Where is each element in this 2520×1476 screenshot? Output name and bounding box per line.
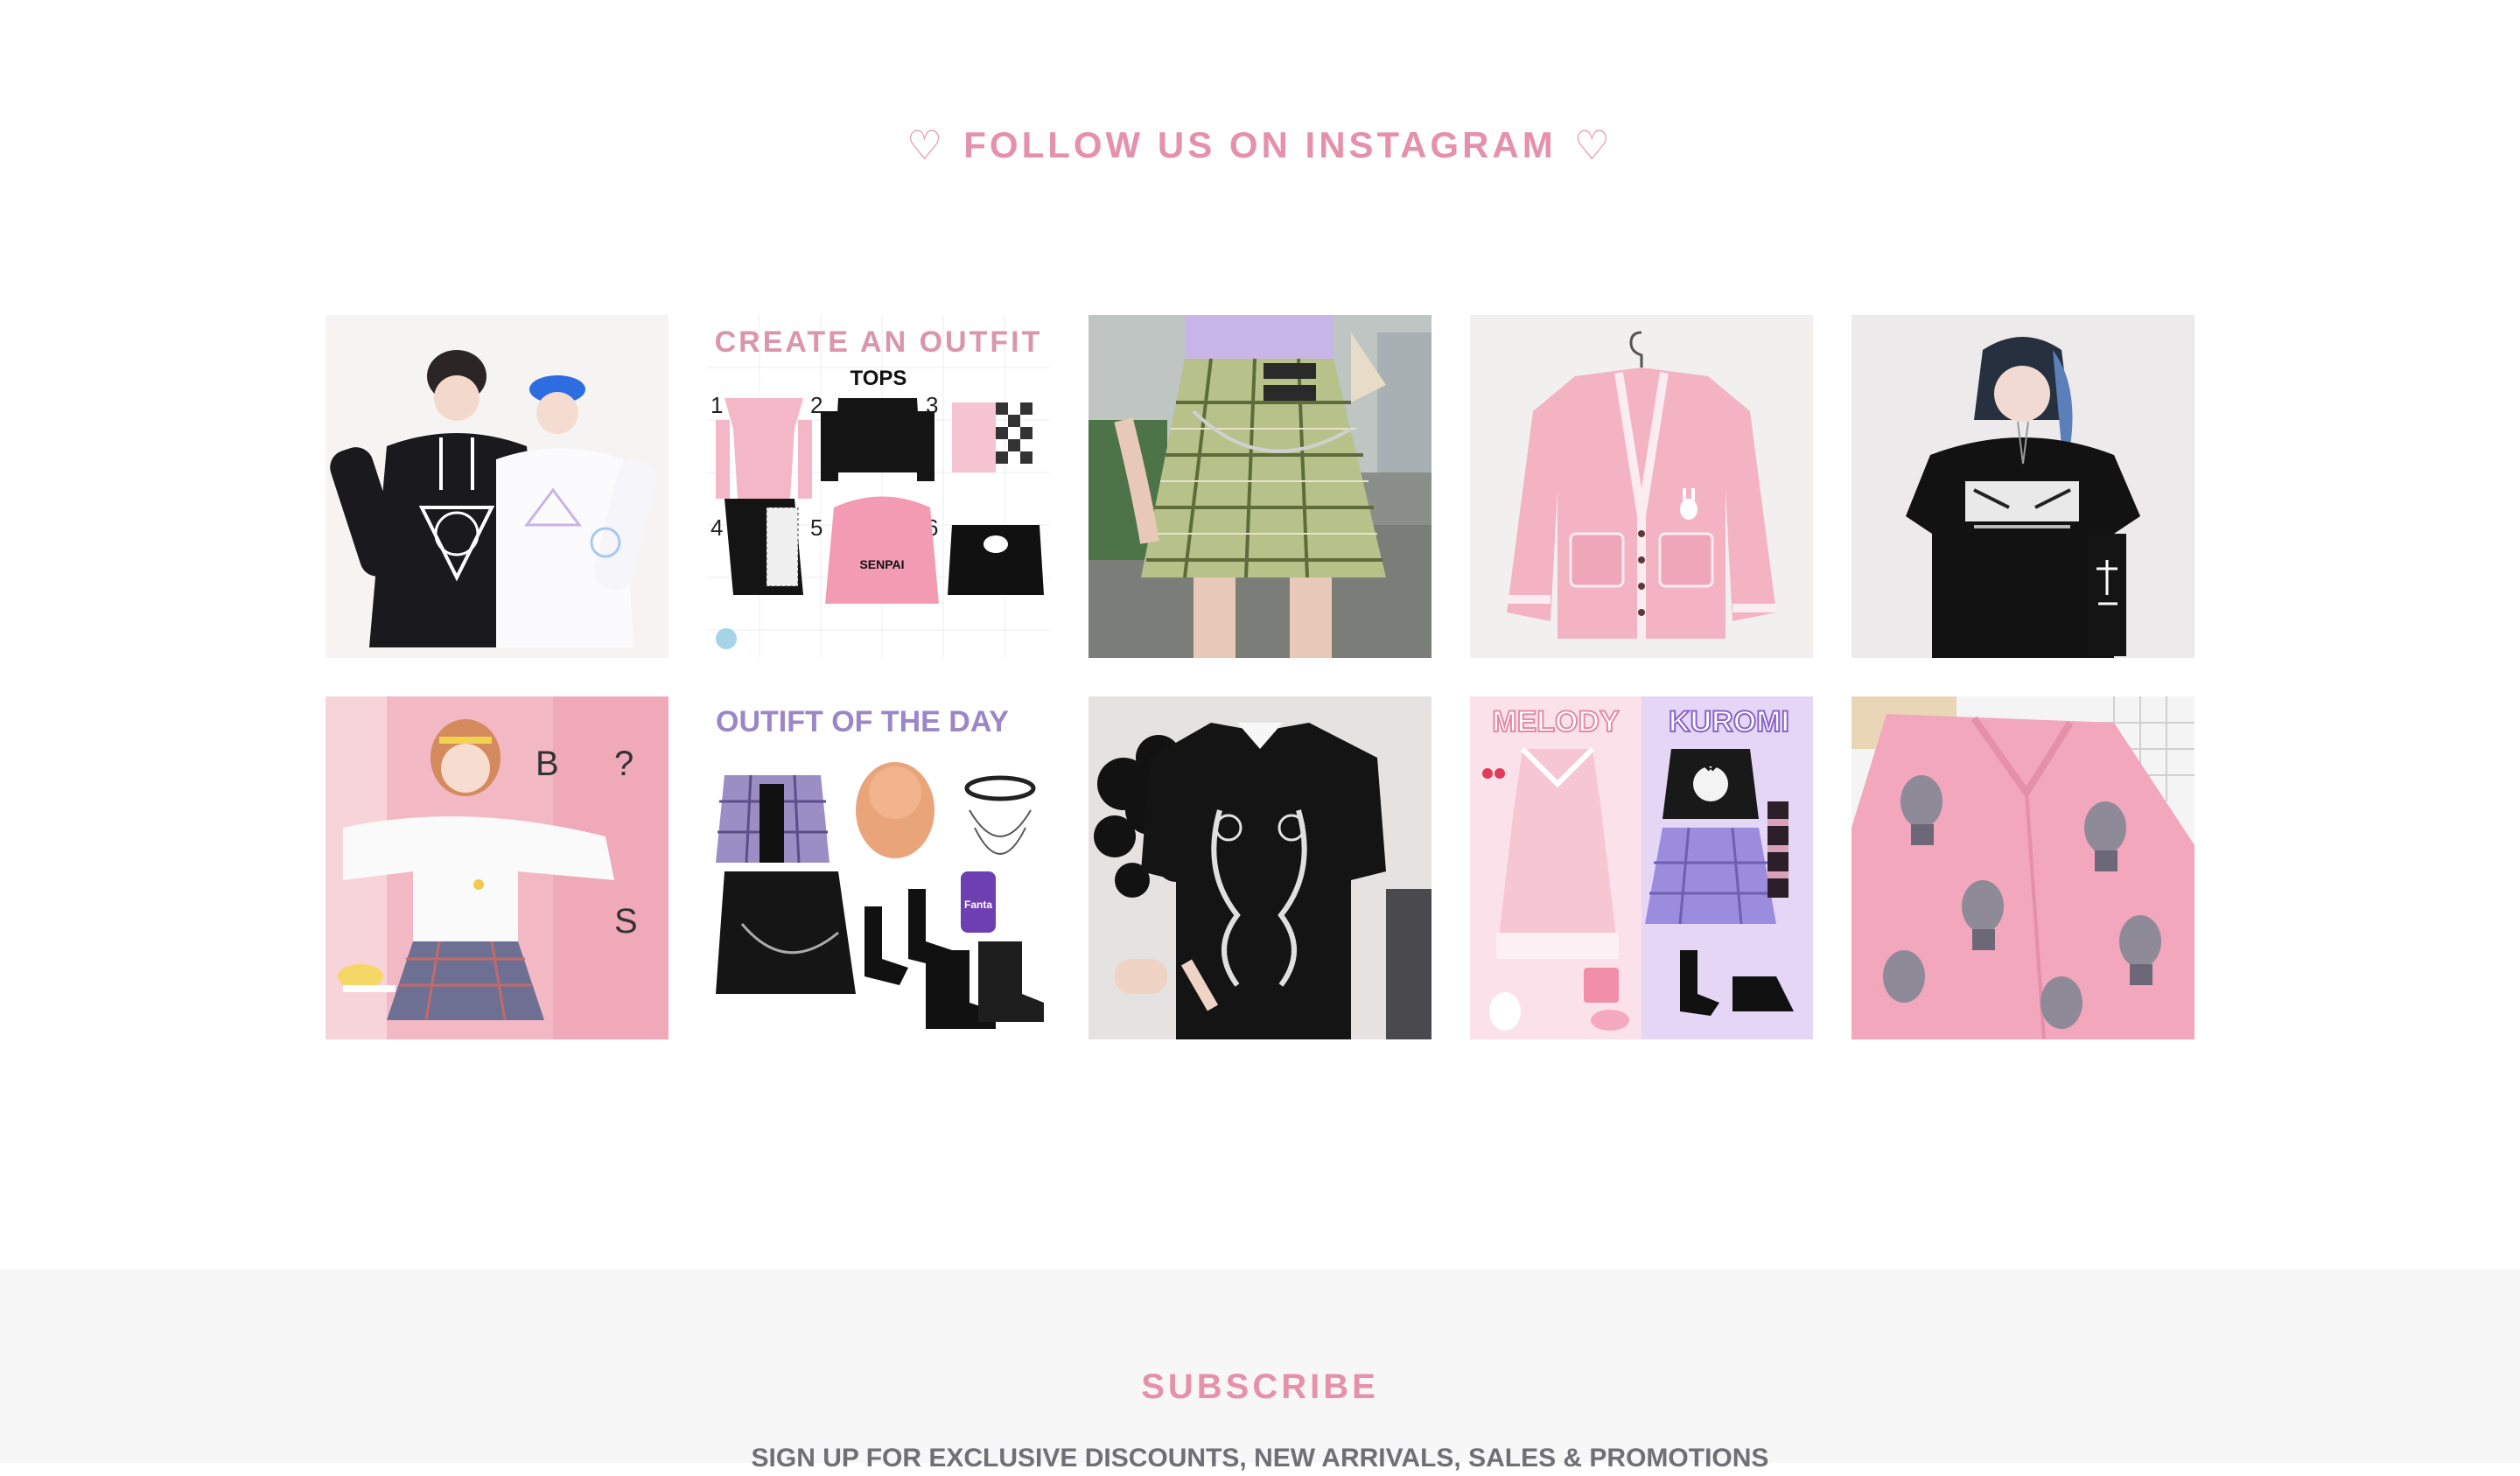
graphic-subtitle: TOPS [850,367,907,390]
instagram-image: CREATE AN OUTFIT TOPS 1 2 3 4 5 6 SENPAI [707,315,1050,658]
heart-left-icon: ♡ [906,122,947,168]
subscribe-section: SUBSCRIBE SIGN UP FOR EXCLUSIVE DISCOUNT… [0,1270,2520,1473]
instagram-heading: ♡ FOLLOW US ON INSTAGRAM ♡ [0,119,2520,171]
instagram-heading-text: FOLLOW US ON INSTAGRAM [963,124,1557,165]
instagram-post-anime-tee[interactable] [1852,315,2194,658]
svg-text:4: 4 [710,514,723,541]
instagram-image [1852,696,2194,1039]
subscribe-subtitle: SIGN UP FOR EXCLUSIVE DISCOUNTS, NEW ARR… [751,1444,1769,1473]
svg-text:5: 5 [810,514,822,541]
instagram-post-hoodie-duo[interactable] [326,315,668,658]
instagram-grid: CREATE AN OUTFIT TOPS 1 2 3 4 5 6 SENPAI… [326,315,2194,1039]
svg-text:S: S [614,902,638,941]
melody-title: MELODY [1492,705,1620,738]
graphic-title: OUTIFT OF THE DAY [716,705,1009,738]
instagram-post-statue-shirt[interactable] [1852,696,2194,1039]
instagram-post-pink-room[interactable]: B ? S [326,696,668,1039]
instagram-post-melody-kuromi[interactable]: MELODY KUROMI [1470,696,1813,1039]
kuromi-title: KUROMI [1669,705,1789,738]
instagram-post-pink-cardigan[interactable] [1470,315,1813,658]
graphic-title: CREATE AN OUTFIT [715,325,1043,359]
svg-text:B: B [536,745,559,783]
instagram-image [1852,315,2194,658]
svg-text:SENPAI: SENPAI [859,557,904,571]
instagram-section: ♡ FOLLOW US ON INSTAGRAM ♡ CREATE AN OUT… [0,0,2520,1270]
instagram-image [1470,315,1813,658]
instagram-post-outfit-of-day[interactable]: OUTIFT OF THE DAY Fanta [707,696,1050,1039]
instagram-post-create-outfit[interactable]: CREATE AN OUTFIT TOPS 1 2 3 4 5 6 SENPAI [707,315,1050,658]
instagram-image [326,315,668,658]
instagram-image: OUTIFT OF THE DAY Fanta [707,696,1050,1039]
instagram-image: MELODY KUROMI [1470,696,1813,1039]
subscribe-title: SUBSCRIBE [1141,1368,1379,1406]
instagram-post-dragon-polo[interactable] [1088,696,1432,1039]
svg-text:1: 1 [710,392,723,418]
svg-text:?: ? [614,745,634,783]
svg-text:Fanta: Fanta [964,899,992,911]
instagram-image: B ? S [326,696,668,1039]
instagram-image [1088,696,1432,1039]
heart-right-icon: ♡ [1573,122,1614,168]
instagram-post-plaid-skirt[interactable] [1088,315,1432,658]
instagram-image [1088,315,1432,658]
